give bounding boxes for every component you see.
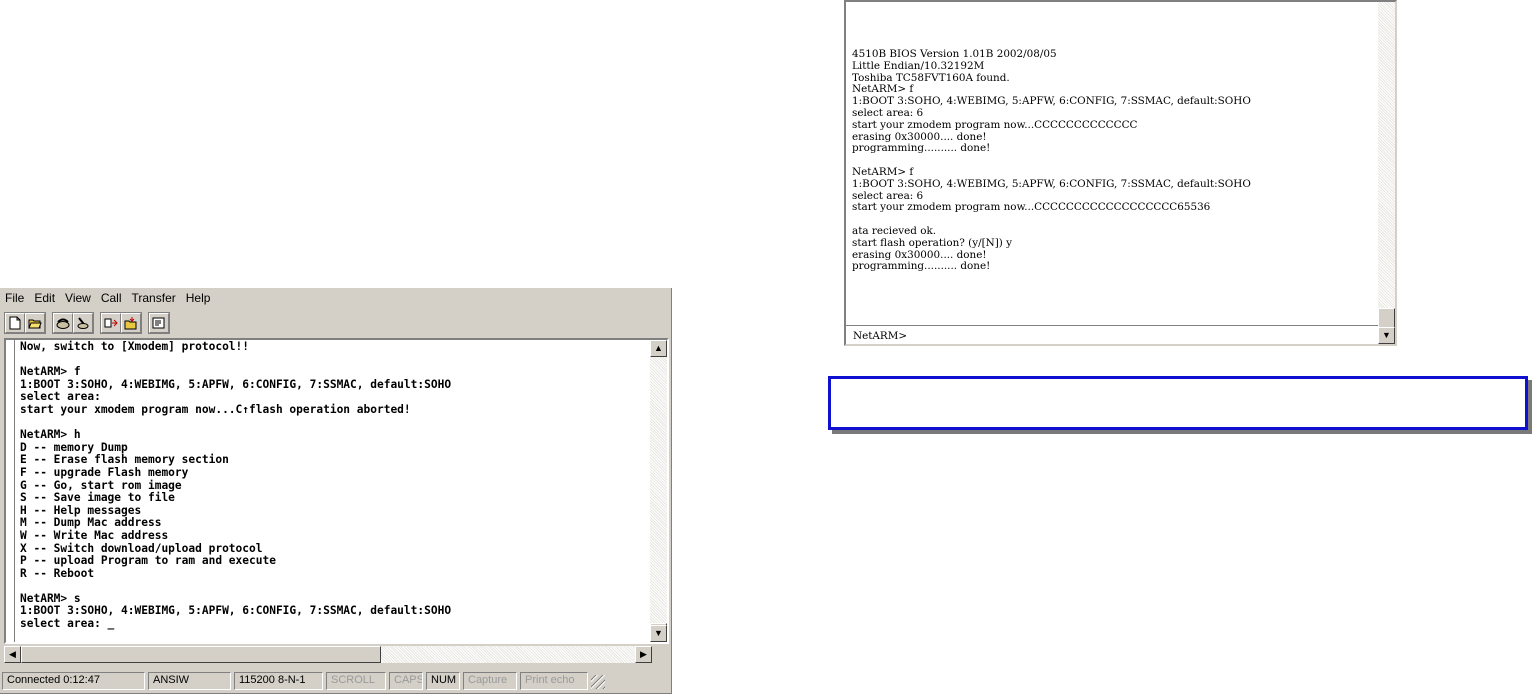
terminal-line: H -- Help messages <box>20 503 142 517</box>
properties-icon[interactable] <box>149 313 169 333</box>
terminal-line-right: programming.......... done! <box>852 260 991 273</box>
terminal-line-right: select area: 6 <box>852 106 924 119</box>
terminal-line-right: start your zmodem program now...CCCCCCCC… <box>852 118 1138 131</box>
terminal-line: D -- memory Dump <box>20 440 128 454</box>
horizontal-scrollbar[interactable]: ◀ ▶ <box>4 646 652 663</box>
menu-bar: File Edit View Call Transfer Help <box>0 288 671 308</box>
toolbar-group-properties <box>148 312 170 334</box>
toolbar-group-file <box>4 312 46 334</box>
terminal-line: G -- Go, start rom image <box>20 478 182 492</box>
phone-disconnect-icon[interactable] <box>73 313 93 333</box>
caption-box <box>828 376 1528 430</box>
terminal-prompt: NetARM> <box>853 330 908 342</box>
vertical-scroll-thumb-right[interactable] <box>1378 308 1395 329</box>
terminal-line: select area: _ <box>20 617 115 631</box>
scroll-up-icon[interactable]: ▲ <box>650 340 667 357</box>
horizontal-scroll-thumb[interactable] <box>21 646 381 663</box>
terminal-gutter <box>6 340 15 642</box>
vertical-scrollbar-right[interactable]: ▼ <box>1378 2 1395 344</box>
terminal-line-right: Little Endian/10.32192M <box>852 59 985 72</box>
terminal-line: X -- Switch download/upload protocol <box>20 541 263 555</box>
scroll-down-icon[interactable]: ▼ <box>650 625 667 642</box>
terminal-line: W -- Write Mac address <box>20 528 169 542</box>
menu-view[interactable]: View <box>60 291 96 305</box>
menu-edit[interactable]: Edit <box>29 291 60 305</box>
send-icon[interactable] <box>101 313 121 333</box>
terminal-line: R -- Reboot <box>20 566 95 580</box>
terminal-line-right: Toshiba TC58FVT160A found. <box>852 71 1010 84</box>
terminal-line-right: start flash operation? (y/[N]) y <box>852 236 1012 249</box>
terminal-window-right: 4510B BIOS Version 1.01B 2002/08/05 Litt… <box>844 0 1397 346</box>
terminal-line: start your xmodem program now...C↑flash … <box>20 402 411 416</box>
terminal-line-right: erasing 0x30000.... done! <box>852 248 987 261</box>
status-capture: Capture <box>463 672 517 690</box>
terminal-line: M -- Dump Mac address <box>20 516 162 530</box>
terminal-line-right: NetARM> f <box>852 165 914 178</box>
status-num: NUM <box>426 672 460 690</box>
terminal-line: NetARM> h <box>20 428 81 442</box>
terminal-line: 1:BOOT 3:SOHO, 4:WEBIMG, 5:APFW, 6:CONFI… <box>20 377 452 391</box>
terminal-line-right: 1:BOOT 3:SOHO, 4:WEBIMG, 5:APFW, 6:CONFI… <box>852 95 1251 108</box>
terminal-prompt-row[interactable]: NetARM> <box>846 325 1380 344</box>
status-connected: Connected 0:12:47 <box>2 672 145 690</box>
open-folder-icon[interactable] <box>25 313 45 333</box>
toolbar-group-call <box>52 312 94 334</box>
toolbar <box>4 312 170 334</box>
menu-call[interactable]: Call <box>96 291 127 305</box>
terminal-line-right: NetARM> f <box>852 83 914 96</box>
terminal-line-right: 1:BOOT 3:SOHO, 4:WEBIMG, 5:APFW, 6:CONFI… <box>852 177 1251 190</box>
resize-grip-icon[interactable] <box>591 675 605 689</box>
status-bar: Connected 0:12:47 ANSIW 115200 8-N-1 SCR… <box>2 672 605 690</box>
toolbar-group-transfer <box>100 312 142 334</box>
terminal-line: E -- Erase flash memory section <box>20 453 229 467</box>
receive-icon[interactable] <box>121 313 141 333</box>
terminal-line: 1:BOOT 3:SOHO, 4:WEBIMG, 5:APFW, 6:CONFI… <box>20 604 452 618</box>
status-print-echo: Print echo <box>520 672 588 690</box>
phone-connect-icon[interactable] <box>53 313 73 333</box>
terminal-line-right: 4510B BIOS Version 1.01B 2002/08/05 <box>852 48 1057 60</box>
new-document-icon[interactable] <box>5 313 25 333</box>
menu-transfer[interactable]: Transfer <box>127 291 181 305</box>
terminal-line-right: erasing 0x30000.... done! <box>852 130 987 143</box>
status-scroll: SCROLL <box>326 672 386 690</box>
terminal-line: F -- upgrade Flash memory <box>20 465 189 479</box>
terminal-line-right: select area: 6 <box>852 189 924 202</box>
terminal-area[interactable]: Now, switch to [Xmodem] protocol!! NetAR… <box>4 338 669 644</box>
terminal-line: NetARM> s <box>20 591 81 605</box>
terminal-line: NetARM> f <box>20 365 81 379</box>
terminal-line-right: start your zmodem program now...CCCCCCCC… <box>852 201 1211 214</box>
terminal-line: Now, switch to [Xmodem] protocol!! <box>20 340 250 353</box>
vertical-scrollbar[interactable]: ▲ ▼ <box>650 340 667 642</box>
terminal-line: P -- upload Program to ram and execute <box>20 554 276 568</box>
hyperterminal-window: File Edit View Call Transfer Help Now, s… <box>0 288 672 694</box>
scroll-right-icon[interactable]: ▶ <box>635 646 652 663</box>
status-caps: CAPS <box>389 672 423 690</box>
terminal-line: S -- Save image to file <box>20 491 175 505</box>
terminal-line-right: ata recieved ok. <box>852 224 937 237</box>
status-settings: 115200 8-N-1 <box>234 672 323 690</box>
menu-help[interactable]: Help <box>181 291 216 305</box>
terminal-output-right: 4510B BIOS Version 1.01B 2002/08/05 Litt… <box>852 48 1382 273</box>
scroll-left-icon[interactable]: ◀ <box>4 646 21 663</box>
scroll-down-icon-right[interactable]: ▼ <box>1378 327 1395 344</box>
terminal-line: select area: <box>20 390 101 404</box>
terminal-line-right: programming.......... done! <box>852 142 991 155</box>
terminal-output: Now, switch to [Xmodem] protocol!! NetAR… <box>20 340 452 631</box>
status-emulation: ANSIW <box>148 672 231 690</box>
menu-file[interactable]: File <box>0 291 29 305</box>
